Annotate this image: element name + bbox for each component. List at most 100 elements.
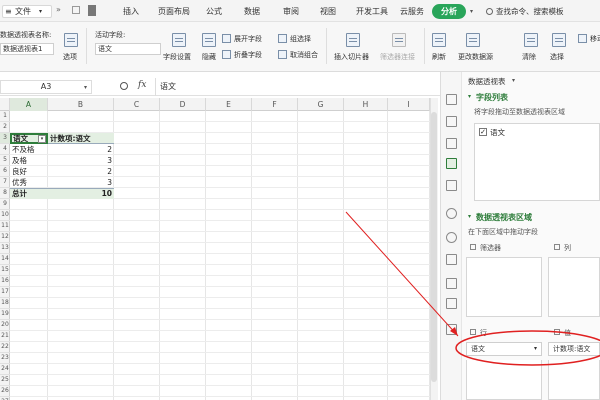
field-item-label[interactable]: 语文 (490, 127, 505, 138)
pivot-row-value: 3 (107, 178, 112, 187)
chevron-down-icon[interactable]: ▾ (470, 8, 473, 15)
file-menu[interactable]: ≡ 文件 ▾ (2, 5, 52, 18)
values-field-dropdown[interactable]: 计数项:语文 (548, 342, 600, 356)
command-search[interactable]: 查找命令、搜索模板 (484, 5, 588, 18)
chevron-down-icon[interactable]: ▾ (512, 77, 515, 84)
group-select-icon[interactable] (278, 34, 287, 43)
task-pane-icon-strip (440, 72, 462, 400)
name-box[interactable]: A3 (0, 80, 92, 94)
pivot-value-header: 计数项:语文 (50, 134, 91, 143)
menu-icon: ≡ (5, 7, 12, 16)
pivot-total-value: 10 (101, 189, 112, 198)
field-checkbox[interactable]: ✓ (479, 128, 487, 136)
filter-connection-button: 筛选器连接 (380, 53, 415, 61)
collapse-caret-icon[interactable]: ▾ (468, 93, 471, 100)
tab-page-layout[interactable]: 页面布局 (158, 6, 190, 17)
pivot-row-label: 不及格 (12, 145, 35, 154)
hide-button[interactable]: 隐藏 (202, 52, 216, 62)
pivot-icon[interactable] (446, 158, 457, 169)
chevron-down-icon[interactable]: ▾ (84, 84, 87, 91)
cursor-icon[interactable] (446, 94, 457, 105)
collapse-field-button[interactable]: 折叠字段 (234, 50, 262, 60)
move-button[interactable]: 移动 (590, 34, 600, 44)
menu-bar: ≡ 文件 ▾ » 插入 页面布局 公式 数据 审阅 视图 开发工具 云服务 分析… (0, 0, 600, 22)
pivot-name-field[interactable]: 数据透视表1 (0, 43, 54, 55)
command-search-text: 查找命令、搜索模板 (496, 7, 564, 16)
field-settings-icon[interactable] (172, 33, 186, 47)
change-source-button[interactable]: 更改数据源 (458, 52, 493, 62)
chevron-down-icon: ▾ (533, 345, 537, 352)
pivot-row-value: 3 (107, 156, 112, 165)
tab-view[interactable]: 视图 (320, 6, 336, 17)
list-icon[interactable] (446, 254, 457, 265)
values-drop-zone[interactable] (548, 360, 600, 400)
columns-drop-zone[interactable] (548, 257, 600, 317)
options-button[interactable]: 选项 (63, 52, 77, 62)
insert-slicer-button[interactable]: 插入切片器 (334, 52, 369, 62)
pivot-row-field[interactable]: 语文 (13, 134, 28, 144)
zoom-icon[interactable] (120, 82, 128, 90)
hide-icon[interactable] (202, 33, 216, 47)
rows-icon (470, 329, 476, 335)
pivot-row-label: 优秀 (12, 178, 27, 187)
archive-icon[interactable] (446, 298, 457, 309)
ungroup-icon[interactable] (278, 50, 287, 59)
tools-icon[interactable] (446, 278, 457, 289)
rows-field-dropdown[interactable]: 语文 ▾ (466, 342, 542, 356)
pane-title: 数据透视表 (468, 77, 506, 86)
shape-icon[interactable] (446, 116, 457, 127)
collapse-caret-icon[interactable]: ▾ (468, 213, 471, 220)
columns-area-label: 列 (564, 244, 571, 252)
change-source-icon[interactable] (466, 33, 480, 47)
collapse-field-icon[interactable] (222, 50, 231, 59)
filter-area-label: 筛选器 (480, 244, 501, 252)
pivot-areas-header: 数据透视表区域 (476, 213, 532, 222)
tab-formulas[interactable]: 公式 (206, 6, 222, 17)
copy-icon[interactable] (72, 6, 80, 14)
help-icon[interactable] (446, 232, 457, 243)
options-icon[interactable] (64, 33, 78, 47)
pivot-areas-hint: 在下面区域中拖动字段 (468, 228, 538, 236)
tab-cloud[interactable]: 云服务 (400, 6, 424, 17)
expand-field-button[interactable]: 展开字段 (234, 34, 262, 44)
format-icon[interactable] (446, 138, 457, 149)
function-icon[interactable]: fx (138, 80, 146, 90)
bookmark-icon[interactable] (88, 5, 96, 16)
pivot-table-pane: 数据透视表 ▾ ▾ 字段列表 将字段拖动至数据透视表区域 ▾ 数据透视表区域 在… (462, 72, 600, 400)
values-area-label: 值 (564, 329, 571, 337)
pivot-table[interactable]: 语文 ▾ 计数项:语文 不及格 2 及格 3 良好 2 优秀 3 总计 10 (0, 98, 438, 400)
select-button[interactable]: 选择 (550, 52, 564, 62)
scrollbar-thumb[interactable] (431, 112, 437, 382)
move-icon[interactable] (578, 34, 587, 43)
copy-icon[interactable] (446, 180, 457, 191)
formula-input[interactable]: 语文 (160, 81, 176, 92)
chevron-down-icon: ▾ (39, 8, 43, 15)
more-icon[interactable]: » (56, 5, 61, 14)
ungroup-button[interactable]: 取消组合 (290, 50, 318, 60)
spreadsheet-grid[interactable]: ABCDEFGHI 1 2 3 4 5 6 7 8 9 10 11 12 13 14 15 16 17 18 19 2… (0, 98, 438, 400)
insert-slicer-icon[interactable] (346, 33, 360, 47)
tab-insert[interactable]: 插入 (123, 6, 139, 17)
columns-icon (554, 244, 560, 250)
refresh-icon[interactable] (432, 33, 446, 47)
tab-analysis[interactable]: 分析 (432, 4, 466, 19)
select-icon[interactable] (552, 33, 566, 47)
tab-developer[interactable]: 开发工具 (356, 6, 388, 17)
field-settings-button[interactable]: 字段设置 (163, 52, 191, 62)
tab-review[interactable]: 审阅 (283, 6, 299, 17)
grid-icon[interactable] (446, 324, 457, 335)
clear-icon[interactable] (524, 33, 538, 47)
refresh-button[interactable]: 刷新 (432, 52, 446, 62)
active-field-input[interactable]: 语文 (95, 43, 161, 55)
tab-data[interactable]: 数据 (244, 6, 260, 17)
rows-drop-zone[interactable] (466, 360, 542, 400)
clear-button[interactable]: 清除 (522, 52, 536, 62)
history-icon[interactable] (446, 208, 457, 219)
pivot-name-label: 数据透视表名称: (0, 31, 52, 39)
pivot-row-label: 及格 (12, 156, 27, 165)
filter-drop-zone[interactable] (466, 257, 542, 317)
field-list-header: 字段列表 (476, 93, 508, 102)
group-select-button[interactable]: 组选择 (290, 34, 311, 44)
filter-dropdown-icon[interactable]: ▾ (38, 135, 46, 143)
expand-field-icon[interactable] (222, 34, 231, 43)
